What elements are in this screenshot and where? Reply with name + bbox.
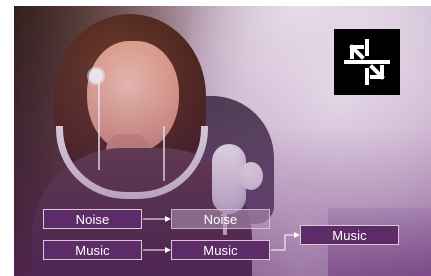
music-middle-box: Music [171,240,270,260]
noise-output-box: Noise [171,209,270,229]
music-input-box: Music [43,240,142,260]
noise-input-box: Noise [43,209,142,229]
compress-arrows-icon [344,39,390,85]
music-output-box: Music [300,225,399,245]
brand-logo [334,29,400,95]
